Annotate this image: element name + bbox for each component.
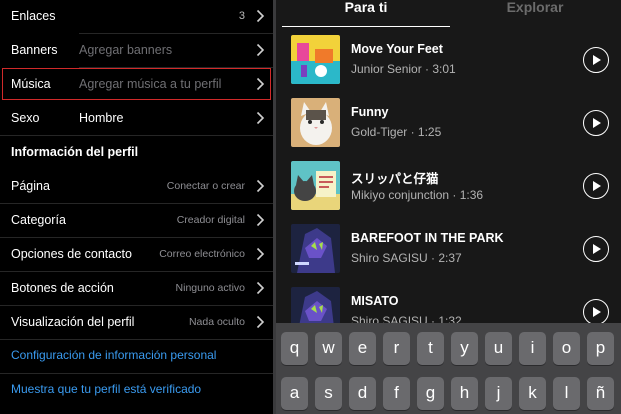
song-meta: Mikiyo conjunction · 1:36 [351, 188, 484, 202]
divider [0, 135, 273, 136]
song-item[interactable]: Funny Gold-Tiger · 1:25 [276, 98, 621, 161]
categoria-label: Categoría [11, 213, 66, 227]
banners-row[interactable]: Banners Agregar banners [0, 33, 273, 67]
chevron-right-icon [256, 315, 265, 329]
tab-explorar[interactable]: Explorar [450, 0, 620, 26]
tab-para-ti[interactable]: Para ti [282, 0, 450, 26]
song-title: MISATO [351, 294, 399, 308]
key-u[interactable]: u [485, 332, 512, 365]
sexo-label: Sexo [11, 111, 40, 125]
key-p[interactable]: p [587, 332, 614, 365]
key-e[interactable]: e [349, 332, 376, 365]
banners-label: Banners [11, 43, 58, 57]
key-k[interactable]: k [519, 377, 546, 410]
chevron-right-icon [256, 111, 265, 125]
key-y[interactable]: y [451, 332, 478, 365]
key-a[interactable]: a [281, 377, 308, 410]
song-title: Funny [351, 105, 389, 119]
song-title: BAREFOOT IN THE PARK [351, 231, 504, 245]
play-icon[interactable] [583, 236, 609, 262]
album-art [291, 161, 340, 210]
chevron-right-icon [256, 247, 265, 261]
botones-value: Ninguno activo [175, 282, 245, 294]
active-tab-indicator [282, 26, 450, 27]
personal-info-link[interactable]: Configuración de información personal [11, 348, 216, 362]
banners-input[interactable]: Agregar banners [79, 43, 172, 57]
song-item[interactable]: スリッパと仔猫 Mikiyo conjunction · 1:36 [276, 161, 621, 224]
musica-highlight-box [2, 68, 271, 100]
song-title: Move Your Feet [351, 42, 443, 56]
pagina-label: Página [11, 179, 50, 193]
key-h[interactable]: h [451, 377, 478, 410]
play-icon[interactable] [583, 299, 609, 325]
key-g[interactable]: g [417, 377, 444, 410]
divider [0, 339, 273, 340]
section-title: Información del perfil [11, 145, 139, 159]
enlaces-row[interactable]: Enlaces 3 [0, 0, 273, 33]
album-art [291, 35, 340, 84]
song-title: スリッパと仔猫 [351, 172, 439, 186]
play-icon[interactable] [583, 173, 609, 199]
contacto-label: Opciones de contacto [11, 247, 132, 261]
song-meta: Shiro SAGISU · 2:37 [351, 251, 462, 265]
song-meta: Junior Senior · 3:01 [351, 62, 456, 76]
contacto-value: Correo electrónico [159, 248, 245, 260]
contacto-row[interactable]: Opciones de contacto Correo electrónico [0, 237, 273, 271]
visualizacion-label: Visualización del perfil [11, 315, 135, 329]
key-d[interactable]: d [349, 377, 376, 410]
key-q[interactable]: q [281, 332, 308, 365]
chevron-right-icon [256, 43, 265, 57]
botones-row[interactable]: Botones de acción Ninguno activo [0, 271, 273, 305]
key-f[interactable]: f [383, 377, 410, 410]
key-r[interactable]: r [383, 332, 410, 365]
album-art [291, 224, 340, 273]
chevron-right-icon [256, 179, 265, 193]
play-icon[interactable] [583, 47, 609, 73]
visualizacion-row[interactable]: Visualización del perfil Nada oculto [0, 305, 273, 339]
enlaces-label: Enlaces [11, 9, 56, 23]
pagina-row[interactable]: Página Conectar o crear [0, 169, 273, 203]
key-i[interactable]: i [519, 332, 546, 365]
enlaces-count: 3 [238, 10, 245, 22]
botones-label: Botones de acción [11, 281, 114, 295]
key-s[interactable]: s [315, 377, 342, 410]
onscreen-keyboard: q w e r t y u i o p a s d f g h j k l ñ [276, 323, 621, 414]
pagina-value: Conectar o crear [166, 180, 245, 192]
edit-profile-panel: Enlaces 3 Banners Agregar banners Música… [0, 0, 273, 414]
sexo-value: Hombre [79, 111, 124, 125]
categoria-row[interactable]: Categoría Creador digital [0, 203, 273, 237]
play-icon[interactable] [583, 110, 609, 136]
song-item[interactable]: BAREFOOT IN THE PARK Shiro SAGISU · 2:37 [276, 224, 621, 287]
key-w[interactable]: w [315, 332, 342, 365]
album-art [291, 98, 340, 147]
key-l[interactable]: l [553, 377, 580, 410]
key-j[interactable]: j [485, 377, 512, 410]
key-o[interactable]: o [553, 332, 580, 365]
chevron-right-icon [256, 213, 265, 227]
divider [0, 373, 273, 374]
key-enye[interactable]: ñ [587, 377, 614, 410]
song-meta: Gold-Tiger · 1:25 [351, 125, 442, 139]
key-t[interactable]: t [417, 332, 444, 365]
categoria-value: Creador digital [176, 214, 245, 226]
song-item[interactable]: Move Your Feet Junior Senior · 3:01 [276, 35, 621, 98]
visualizacion-value: Nada oculto [188, 316, 245, 328]
chevron-right-icon [256, 9, 265, 23]
sexo-row[interactable]: Sexo Hombre [0, 101, 273, 135]
chevron-right-icon [256, 281, 265, 295]
verified-link[interactable]: Muestra que tu perfil está verificado [11, 382, 201, 396]
